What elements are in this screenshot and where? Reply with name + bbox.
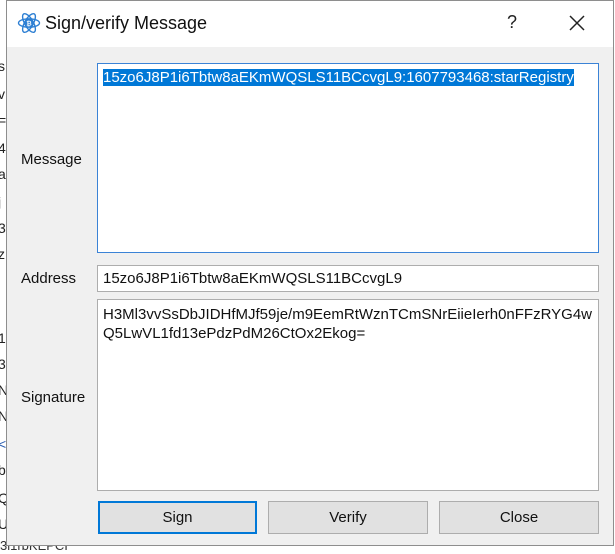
message-selected-text: 15zo6J8P1i6Tbtw8aEKmWQSLS11BCcvgL9:16077… xyxy=(103,69,574,86)
address-label: Address xyxy=(21,270,77,287)
background-glyph: b xyxy=(0,462,6,478)
background-glyph: j xyxy=(0,194,1,210)
background-glyph: 1 xyxy=(0,330,6,346)
background-glyph: 3 xyxy=(0,356,6,372)
electrum-logo-icon: ₿ xyxy=(17,12,41,34)
background-glyph: a xyxy=(0,166,6,182)
background-glyph: z xyxy=(0,246,5,262)
background-glyph: s xyxy=(0,58,5,74)
background-glyph: v xyxy=(0,86,5,102)
address-input[interactable]: 15zo6J8P1i6Tbtw8aEKmWQSLS11BCcvgL9 xyxy=(97,265,599,292)
sign-verify-dialog: ₿ Sign/verify Message ? Message 15zo6J8P… xyxy=(6,0,614,546)
svg-text:₿: ₿ xyxy=(26,20,31,28)
signature-textarea[interactable]: H3Ml3vvSsDbJIDHfMJf59je/m9EemRtWznTCmSNr… xyxy=(97,299,599,491)
title-bar: ₿ Sign/verify Message ? xyxy=(7,1,613,47)
sign-button[interactable]: Sign xyxy=(98,501,257,534)
background-glyph: 4 xyxy=(0,140,6,156)
signature-label: Signature xyxy=(21,389,86,406)
help-button[interactable]: ? xyxy=(501,9,523,35)
background-glyph: 3 xyxy=(0,220,6,236)
close-button[interactable]: Close xyxy=(439,501,599,534)
verify-button[interactable]: Verify xyxy=(268,501,428,534)
message-label: Message xyxy=(21,151,82,168)
window-title: Sign/verify Message xyxy=(45,13,208,33)
close-icon[interactable] xyxy=(563,9,591,37)
message-textarea[interactable]: 15zo6J8P1i6Tbtw8aEKmWQSLS11BCcvgL9:16077… xyxy=(97,63,599,253)
